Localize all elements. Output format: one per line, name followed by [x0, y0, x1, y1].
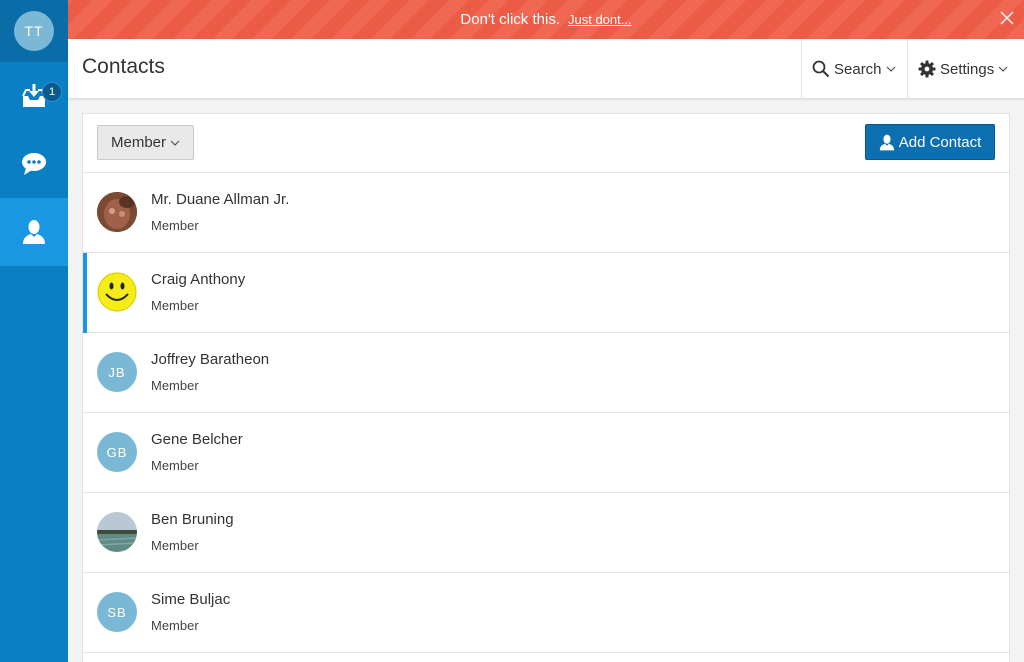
contact-avatar: SB: [97, 592, 137, 632]
contact-name: Joffrey Baratheon: [151, 351, 270, 368]
contact-role: Member: [151, 218, 199, 233]
close-icon[interactable]: [1000, 11, 1014, 25]
contact-name: Craig Anthony: [151, 271, 246, 288]
contact-role: Member: [151, 538, 199, 553]
landscape-photo-icon: [97, 512, 137, 552]
contact-role: Member: [151, 458, 199, 473]
contacts-toolbar: Member Add Contact: [83, 114, 1009, 173]
banner-link[interactable]: Just dont...: [568, 12, 632, 27]
page-title: Contacts: [82, 55, 165, 78]
contact-name: Gene Belcher: [151, 431, 243, 448]
user-menu[interactable]: TT: [0, 0, 68, 62]
chevron-down-icon: [886, 66, 895, 72]
contact-row[interactable]: GB Gene Belcher Member: [83, 413, 1009, 493]
contact-row[interactable]: Ben Bruning Member: [83, 493, 1009, 573]
inbox-badge: 1: [42, 82, 62, 102]
chat-icon: [22, 153, 46, 175]
warning-banner: Don't click this. Just dont...: [68, 0, 1024, 39]
contact-row[interactable]: Mr. Duane Allman Jr. Member: [83, 173, 1009, 253]
smiley-face-icon: [97, 272, 137, 312]
gear-icon: [918, 60, 936, 78]
contact-name: Sime Buljac: [151, 591, 231, 608]
contact-role: Member: [151, 378, 199, 393]
search-label: Search: [834, 60, 882, 78]
chevron-down-icon: [998, 66, 1008, 72]
contacts-panel: Member Add Contact Mr. Duane Allman Jr.: [82, 113, 1010, 662]
contact-role: Member: [151, 618, 199, 633]
member-filter-dropdown[interactable]: Member: [97, 125, 194, 160]
sidebar-item-contacts[interactable]: [0, 198, 68, 266]
search-icon: [812, 60, 830, 78]
chevron-down-icon: [170, 140, 180, 146]
contact-avatar: [97, 272, 137, 312]
contact-avatar: GB: [97, 432, 137, 472]
page-header: Contacts Search Settings: [68, 39, 1024, 99]
contact-avatar: JB: [97, 352, 137, 392]
contact-row[interactable]: SB Sime Buljac Member: [83, 573, 1009, 653]
sidebar: TT 1: [0, 0, 68, 662]
settings-label: Settings: [940, 60, 995, 78]
contact-role: Member: [151, 298, 199, 313]
person-icon: [23, 220, 45, 244]
contact-row[interactable]: JB Joffrey Baratheon Member: [83, 333, 1009, 413]
user-avatar[interactable]: TT: [14, 11, 54, 51]
contact-name: Mr. Duane Allman Jr.: [151, 191, 290, 208]
filter-label: Member: [110, 134, 166, 151]
portrait-photo-icon: [97, 192, 137, 232]
person-icon: [879, 134, 894, 150]
banner-message: Don't click this.: [460, 11, 560, 28]
contact-row[interactable]: Craig Anthony Member: [83, 253, 1009, 333]
search-button[interactable]: Search: [801, 39, 907, 99]
add-contact-button[interactable]: Add Contact: [865, 124, 995, 160]
contact-avatar: [97, 512, 137, 552]
contact-name: Ben Bruning: [151, 511, 234, 528]
add-contact-label: Add Contact: [898, 133, 982, 151]
sidebar-item-chat[interactable]: [0, 130, 68, 198]
contact-avatar: [97, 192, 137, 232]
sidebar-item-inbox[interactable]: 1: [0, 62, 68, 130]
settings-button[interactable]: Settings: [907, 39, 1024, 99]
